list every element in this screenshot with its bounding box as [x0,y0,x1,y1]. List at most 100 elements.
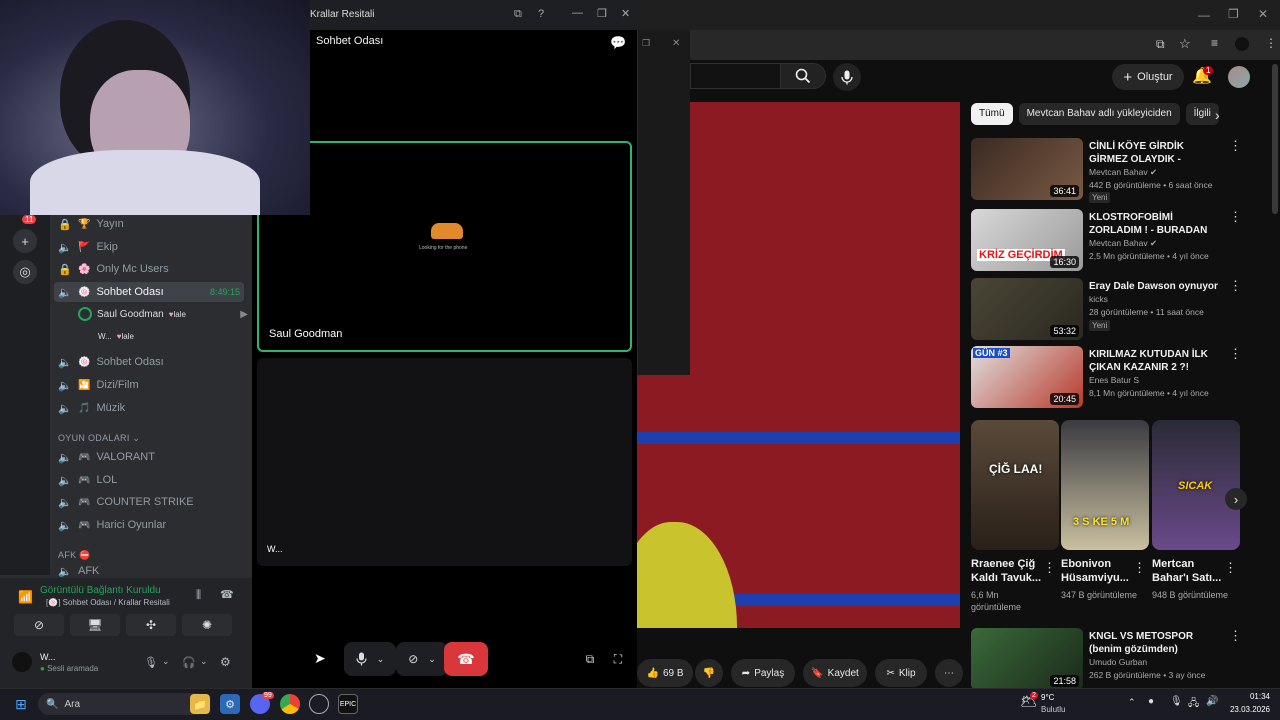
voice-location[interactable]: [🍥] Sohbet Odası / Krallar Resitali [46,598,170,607]
chip-uploader[interactable]: Mevtcan Bahav adlı yükleyiciden [1018,103,1180,125]
fullscreen-button[interactable]: ⛶ [610,642,626,676]
channel-sohbet-odasi-active[interactable]: 🔈 🍥 Sohbet Odası 8:49:15 [54,282,244,302]
soundboard-button[interactable]: ✺ [182,614,232,636]
channel-lol[interactable]: 🔈 🎮 LOL [54,470,244,490]
more-options-icon[interactable]: ⋮ [1229,138,1242,154]
explore-icon[interactable]: ◎ [13,260,37,284]
channel-yayin[interactable]: 🔒 🏆 Yayın [54,214,244,234]
network-icon[interactable]: 🖧 [1188,696,1199,713]
voice-search-button[interactable] [833,63,861,91]
recommendation-item[interactable]: KRİZ GEÇİRDİM 16:30 KLOSTROFOBİMİ ZORLAD… [971,209,1242,271]
chip-related[interactable]: İlgili [1185,103,1219,125]
profile-avatar[interactable] [1235,37,1249,51]
channel-valorant[interactable]: 🔈 🎮 VALORANT [54,447,244,467]
voice-status[interactable]: Görüntülü Bağlantı Kuruldu [40,585,161,596]
install-app-icon[interactable]: ⧉ [1156,37,1165,52]
popout-button[interactable]: ⧉ [582,642,598,676]
search-input[interactable] [690,63,780,89]
channel-counter-strike[interactable]: 🔈 🎮 COUNTER STRIKE [54,492,244,512]
windows-start-icon[interactable]: ⊞ [11,694,31,714]
media-control-icon[interactable]: ≡ [1211,36,1218,50]
screen-share-icon[interactable]: ⧉ [514,8,522,21]
maximize-icon[interactable]: ❐ [1228,7,1239,21]
clip-button[interactable]: ✂ Klip [875,659,927,687]
more-options-icon[interactable]: ⋮ [1229,209,1242,225]
clock-time[interactable]: 01:34 [1230,692,1270,701]
chrome-icon[interactable] [280,694,300,714]
voice-member[interactable]: W... ♥lale [98,328,248,344]
create-button[interactable]: + Oluştur [1112,64,1184,90]
signal-icon[interactable]: 📶 [18,590,33,604]
headphones-icon[interactable]: 🎧 [182,656,196,669]
channel-muzik[interactable]: 🔈 🎵 Müzik [54,398,244,418]
channel-afk[interactable]: 🔈 AFK [54,565,244,577]
user-avatar[interactable] [12,652,32,672]
short-title[interactable]: Ebonivon Hüsamviyu... [1061,557,1139,585]
settings-gear-icon[interactable]: ⚙ [220,655,231,669]
recommendation-item[interactable]: GÜN #3 20:45 KIRILMAZ KUTUDAN İLK ÇIKAN … [971,346,1242,408]
bookmark-star-icon[interactable]: ☆ [1179,36,1191,52]
more-options-icon[interactable]: ⋮ [1229,346,1242,362]
short-thumbnail[interactable]: 3 S KE 5 M [1061,420,1149,550]
mute-icon[interactable]: 🎙 [144,656,158,669]
short-thumbnail[interactable]: SICAK [1152,420,1240,550]
video-tile-speaking[interactable]: Looking for the phone Saul Goodman [257,141,632,352]
scrollbar[interactable] [1272,64,1278,214]
channel-only-mc-users[interactable]: 🔒 🌸 Only Mc Users [54,259,244,279]
mute-toggle[interactable]: ⌄ [344,642,396,676]
camera-off-button[interactable]: ⊘ [14,614,64,636]
minimize-icon[interactable]: — [1198,8,1210,22]
like-button[interactable]: 👍 69 B [637,659,693,687]
voice-member[interactable]: Saul Goodman ♥lale ▶ [78,305,248,323]
activities-button[interactable]: ✣ [126,614,176,636]
recommendation-item[interactable]: 53:32 Eray Dale Dawson oynuyor kicks 28 … [971,278,1242,340]
add-server-icon[interactable]: + [13,229,37,253]
hangup-button[interactable]: ☎ [444,642,488,676]
volume-icon[interactable]: 🔊 [1206,696,1218,707]
maximize-icon[interactable]: ❐ [597,7,607,20]
account-avatar[interactable] [1228,66,1250,88]
tray-mic-icon[interactable]: 🎙 [1170,696,1183,707]
recommendation-item[interactable]: 21:58 KNGL VS METOSPOR (benim gözümden) … [971,628,1242,690]
more-options-icon[interactable]: ⋮ [1043,560,1056,576]
help-icon[interactable]: ? [538,8,544,20]
chevron-down-icon[interactable]: ⌄ [200,656,208,667]
short-title[interactable]: Mertcan Bahar'ı Satı... [1152,557,1230,585]
channel-dizi-film[interactable]: 🔈 🎦 Dizi/Film [54,375,244,395]
noise-suppression-icon[interactable]: ⫼ [196,589,201,602]
epic-games-icon[interactable]: EPIC [338,694,358,714]
camera-toggle[interactable]: ⊘ ⌄ [396,642,448,676]
more-options-icon[interactable]: ⋮ [1229,628,1242,644]
chevron-down-icon[interactable]: ⌄ [162,656,170,667]
app-icon[interactable]: ⚙ [220,694,240,714]
recommendation-item[interactable]: 36:41 CİNLİ KÖYE GİRDİK GİRMEZ OLAYDIK -… [971,138,1242,203]
channel-ekip[interactable]: 🔈 🚩 Ekip [54,237,244,257]
close-icon[interactable]: ✕ [1258,7,1268,21]
search-button[interactable] [780,63,826,89]
screen-share-button[interactable]: 🖥 [70,614,120,636]
more-options-icon[interactable]: ⋮ [1224,560,1237,576]
close-icon[interactable]: ✕ [672,38,680,49]
maximize-icon[interactable]: ❐ [642,38,650,49]
short-thumbnail[interactable]: ÇİĞ LAA! [971,420,1059,550]
next-arrow-icon[interactable]: › [1225,488,1247,510]
tray-app-icon[interactable]: ● [1148,696,1154,707]
browser-menu-icon[interactable]: ⋮ [1265,36,1277,50]
channel-harici-oyunlar[interactable]: 🔈 🎮 Harici Oyunlar [54,515,244,535]
short-title[interactable]: Rraenee Çiğ Kaldı Tavuk... [971,557,1049,585]
more-actions-button[interactable]: ⋯ [935,659,963,687]
more-options-icon[interactable]: ⋮ [1229,278,1242,294]
disconnect-icon[interactable]: ☎ [220,588,234,601]
close-icon[interactable]: ✕ [621,7,630,20]
minimize-icon[interactable]: — [572,7,583,19]
more-options-icon[interactable]: ⋮ [1133,560,1146,576]
chevron-right-icon[interactable]: › [1215,107,1220,123]
tray-overflow-icon[interactable]: ⌃ [1128,697,1136,708]
taskbar-search[interactable]: 🔍 Ara [38,693,208,715]
category-afk[interactable]: AFK ⛔ [58,550,91,561]
dislike-button[interactable]: 👎 [695,659,723,687]
clock-date[interactable]: 23.03.2026 [1222,705,1270,714]
chat-bubble-icon[interactable]: 💬 [610,35,626,51]
app-icon[interactable] [309,694,329,714]
category-game-rooms[interactable]: OYUN ODALARI ⌄ [58,433,140,444]
